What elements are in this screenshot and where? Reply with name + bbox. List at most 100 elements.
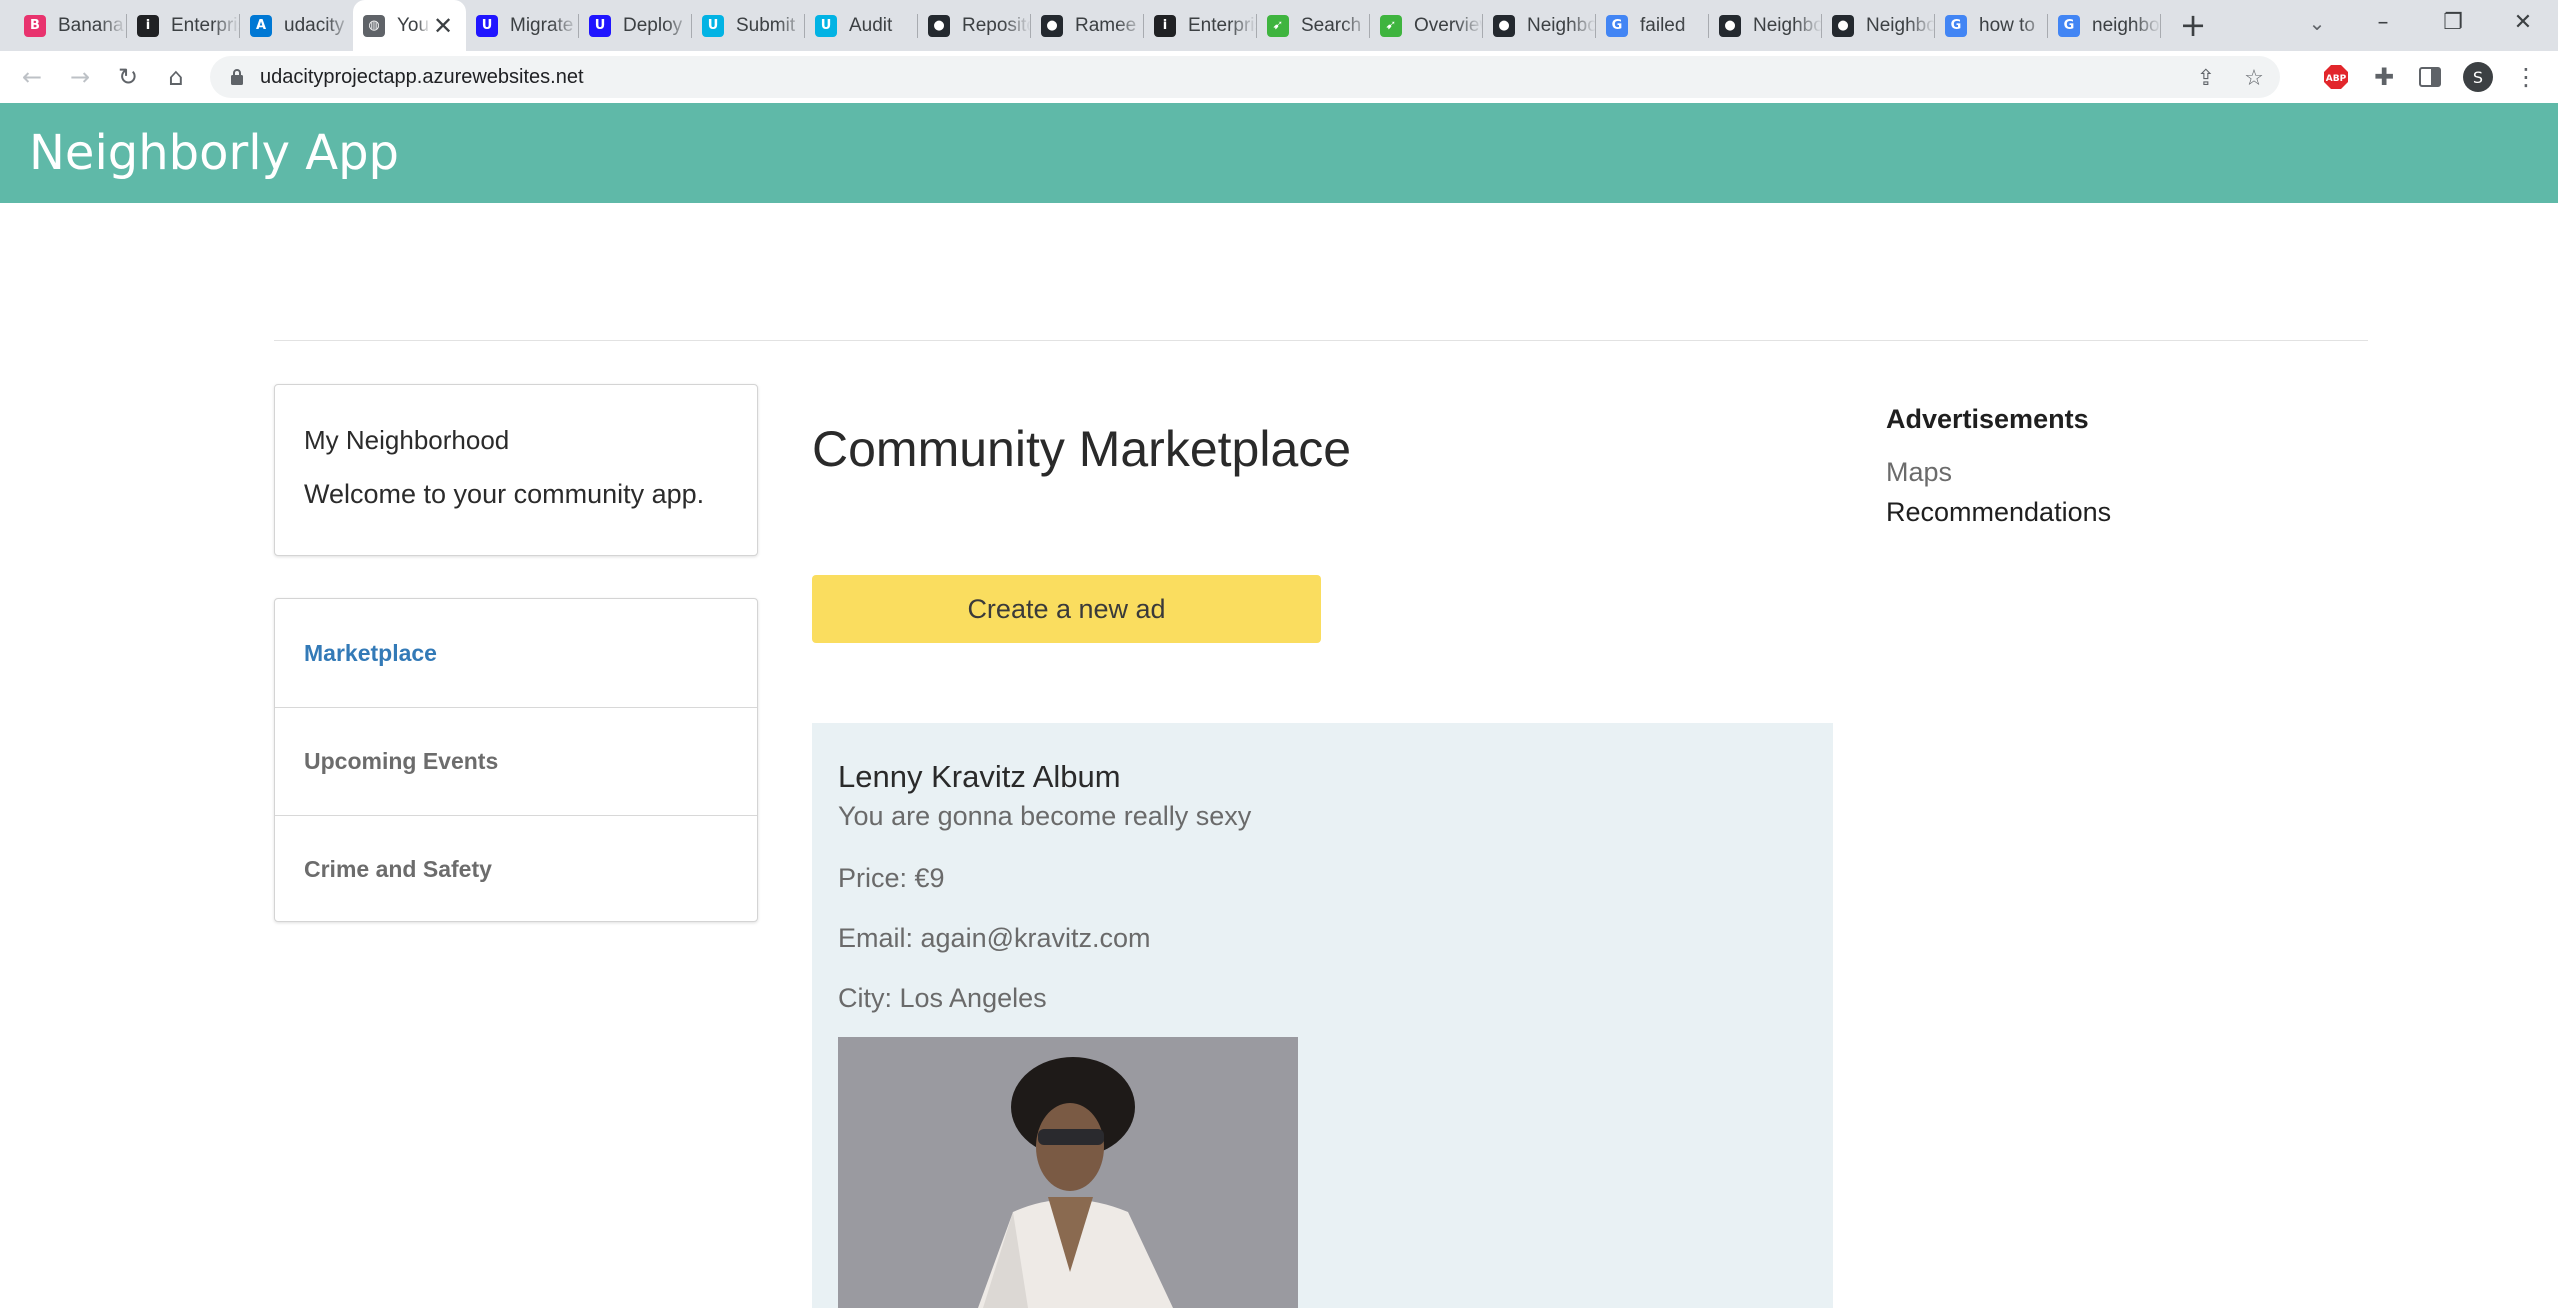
- udacity-favicon-icon: U: [702, 14, 724, 37]
- neighborhood-title: My Neighborhood: [304, 425, 510, 455]
- browser-tab[interactable]: B Banana: [14, 0, 127, 51]
- tab-title: Neighborly: [1753, 14, 1822, 36]
- google-favicon-icon: G: [2058, 14, 2080, 37]
- adblock-label: ABP: [2326, 74, 2347, 84]
- browser-tab[interactable]: U Deploy: [579, 0, 692, 51]
- profile-initial: S: [2463, 62, 2493, 92]
- browser-tab[interactable]: Gfailed: [1596, 0, 1709, 51]
- udacity-favicon-icon: U: [476, 14, 498, 37]
- browser-tab[interactable]: ➹ Overview: [1370, 0, 1483, 51]
- browser-tab[interactable]: U Migrate: [466, 0, 579, 51]
- ad-city: City: Los Angeles: [838, 983, 1047, 1013]
- tab-title: Migrate: [510, 14, 574, 36]
- tab-title: Audit: [849, 14, 893, 36]
- reload-icon[interactable]: ↻: [112, 61, 144, 93]
- info-favicon-icon: i: [137, 14, 159, 37]
- browser-tab[interactable]: ● Neighborly: [1822, 0, 1935, 51]
- nav-menu: Marketplace Upcoming Events Crime and Sa…: [274, 598, 758, 922]
- neighborhood-welcome-text: Welcome to your community app.: [304, 479, 705, 509]
- tab-title: udacity: [284, 14, 345, 36]
- browser-tab[interactable]: i Enterprise: [1144, 0, 1257, 51]
- tab-title: Deploy: [623, 14, 683, 36]
- adblock-plus-icon[interactable]: ABP: [2320, 61, 2352, 93]
- github-favicon-icon: ●: [1493, 14, 1515, 37]
- tab-title: neighborly: [2092, 14, 2161, 36]
- url-text[interactable]: udacityprojectapp.azurewebsites.net: [260, 66, 584, 89]
- ad-image: [838, 1037, 1298, 1308]
- google-favicon-icon: G: [1606, 14, 1628, 37]
- tab-title: Enterprise: [1188, 14, 1257, 36]
- extensions-puzzle-icon[interactable]: ✚: [2368, 61, 2400, 93]
- browser-tab[interactable]: Ghow to: [1935, 0, 2048, 51]
- google-favicon-icon: G: [1945, 14, 1967, 37]
- lock-icon: [231, 69, 243, 85]
- header-divider: [274, 340, 2368, 341]
- back-arrow-icon[interactable]: ←: [16, 61, 48, 93]
- tab-title: Overview: [1414, 14, 1483, 36]
- udacity-favicon-icon: U: [815, 14, 837, 37]
- side-panel-icon[interactable]: [2414, 61, 2446, 93]
- browser-tab[interactable]: U Audit: [805, 0, 918, 51]
- banana-favicon-icon: B: [24, 14, 46, 37]
- page-title: Community Marketplace: [812, 421, 1352, 477]
- tab-title: Enterprise: [171, 14, 240, 36]
- ad-description: You are gonna become really sexy: [838, 801, 1252, 831]
- window-controls: – ❐ ✕: [2348, 0, 2558, 51]
- adblock-octagon-icon: ABP: [2324, 65, 2348, 89]
- profile-avatar[interactable]: S: [2462, 61, 2494, 93]
- minimize-button[interactable]: –: [2348, 0, 2418, 44]
- browser-tab[interactable]: U Submit: [692, 0, 805, 51]
- menu-item-crime-and-safety[interactable]: Crime and Safety: [275, 815, 757, 923]
- ad-listing: Lenny Kravitz Album You are gonna become…: [812, 723, 1833, 1308]
- github-favicon-icon: ●: [928, 14, 950, 37]
- tab-title: Ramee: [1075, 14, 1137, 36]
- create-ad-button[interactable]: Create a new ad: [812, 575, 1321, 643]
- app-name[interactable]: Neighborly App: [29, 125, 399, 181]
- tab-title: Search: [1301, 14, 1362, 36]
- browser-toolbar: ← → ↻ ⌂ udacityprojectapp.azurewebsites.…: [0, 51, 2558, 104]
- home-icon[interactable]: ⌂: [160, 61, 192, 93]
- browser-tab[interactable]: ● Repository: [918, 0, 1031, 51]
- leaf-favicon-icon: ➹: [1380, 14, 1402, 37]
- globe-favicon-icon: ◍: [363, 14, 385, 37]
- ad-email: Email: again@kravitz.com: [838, 923, 1151, 953]
- browser-menu-icon[interactable]: ⋮: [2510, 61, 2542, 93]
- browser-tab[interactable]: ● Ramee: [1031, 0, 1144, 51]
- tab-title: Banana: [58, 14, 124, 36]
- restore-button[interactable]: ❐: [2418, 0, 2488, 44]
- tab-close-icon[interactable]: ✕: [430, 12, 456, 40]
- tab-title: Neighborly: [1866, 14, 1935, 36]
- maps-link[interactable]: Maps: [1886, 457, 1952, 488]
- bookmark-star-icon[interactable]: ☆: [2240, 64, 2268, 92]
- close-window-button[interactable]: ✕: [2488, 0, 2558, 44]
- browser-tab[interactable]: Audacity: [240, 0, 353, 51]
- share-icon[interactable]: ⇪: [2192, 64, 2220, 92]
- browser-tab[interactable]: ➹ Search: [1257, 0, 1370, 51]
- new-tab-button[interactable]: +: [2176, 8, 2210, 42]
- browser-tab[interactable]: Gneighborly: [2048, 0, 2161, 51]
- github-favicon-icon: ●: [1832, 14, 1854, 37]
- tab-title: Repository: [962, 14, 1031, 36]
- ad-title[interactable]: Lenny Kravitz Album: [838, 759, 1121, 795]
- leaf-favicon-icon: ➹: [1267, 14, 1289, 37]
- ad-price: Price: €9: [838, 863, 945, 893]
- tab-title: Neighborly: [1527, 14, 1596, 36]
- browser-tab[interactable]: i Enterprise: [127, 0, 240, 51]
- tab-title: how to: [1979, 14, 2035, 36]
- forward-arrow-icon[interactable]: →: [64, 61, 96, 93]
- menu-item-marketplace[interactable]: Marketplace: [275, 599, 757, 707]
- album-cover-illustration: [838, 1037, 1298, 1308]
- browser-tab[interactable]: ● Neighborly: [1483, 0, 1596, 51]
- browser-tab[interactable]: ◍ Your✕: [353, 0, 466, 51]
- app-header: Neighborly App: [0, 103, 2558, 203]
- menu-item-upcoming-events[interactable]: Upcoming Events: [275, 707, 757, 815]
- tab-search-chevron-icon[interactable]: ⌄: [2302, 8, 2332, 38]
- github-favicon-icon: ●: [1041, 14, 1063, 37]
- browser-tab[interactable]: ● Neighborly: [1709, 0, 1822, 51]
- neighborhood-card: My Neighborhood Welcome to your communit…: [274, 384, 758, 556]
- recommendations-link[interactable]: Recommendations: [1886, 497, 2111, 528]
- github-favicon-icon: ●: [1719, 14, 1741, 37]
- address-bar[interactable]: udacityprojectapp.azurewebsites.net ⇪ ☆: [210, 56, 2280, 98]
- tab-title: Your: [397, 14, 430, 36]
- info-favicon-icon: i: [1154, 14, 1176, 37]
